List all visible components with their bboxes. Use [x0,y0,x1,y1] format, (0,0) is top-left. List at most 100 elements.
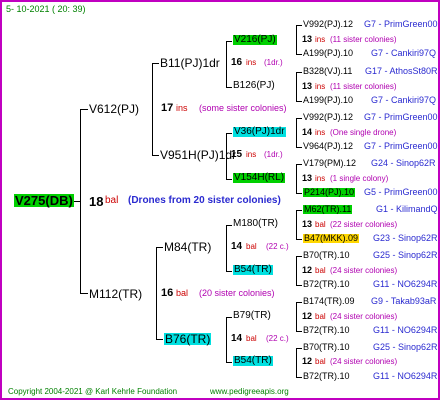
gen3-queen[interactable]: V36(PJ)1dr [233,127,286,137]
connector [296,348,302,349]
gen2-count: 15 [231,149,243,160]
gen4-queen[interactable]: V992(PJ).12 [303,113,353,122]
connector [156,339,163,340]
gen3-note: (24 sister colonies) [330,266,398,275]
gen4-queen[interactable]: V179(PM).12 [303,159,356,168]
gen4-lineage: G23 - Sinop62R [373,233,438,243]
gen3-count: 13 [302,34,313,44]
pedigree-frame: 5- 10-2021 ( 20: 39) V275(DB) 18 bal (Dr… [0,0,440,400]
connector [156,247,163,248]
connector [296,377,302,378]
gen3-queen[interactable]: V154H(RL) [233,173,286,183]
connector [296,256,297,286]
gen1-queen[interactable]: V612(PJ) [89,103,139,115]
gen3-race: ins [315,82,326,91]
gen2-queen[interactable]: M84(TR) [164,241,211,253]
connector [226,317,232,318]
connector [296,54,302,55]
gen3-note: (11 sister colonies) [330,35,397,44]
gen3-note: (One single drone) [330,128,397,137]
gen2-queen[interactable]: B76(TR) [164,333,212,345]
gen4-queen[interactable]: B47(MKK).09 [303,234,360,243]
gen4-lineage: G9 - Takab93aR [371,296,437,306]
gen4-queen[interactable]: P214(PJ).10 [303,188,356,197]
gen4-queen[interactable]: V964(PJ).12 [303,142,353,151]
gen3-race: bal [315,266,326,275]
root-queen[interactable]: V275(DB) [14,194,74,207]
gen3-queen[interactable]: M180(TR) [233,219,278,229]
gen2-note: (1dr.) [264,150,283,159]
gen4-lineage: G25 - Sinop62R [373,250,438,260]
connector [226,133,232,134]
connector [80,109,88,110]
connector [296,348,297,378]
connector [80,293,88,294]
gen4-queen[interactable]: A199(PJ).10 [303,96,353,105]
gen1-race: bal [176,288,189,298]
connector [296,302,302,303]
gen4-lineage: G24 - Sinop62R [371,158,436,168]
gen3-race: ins [315,35,326,44]
gen3-note: (1 single colony) [330,174,389,183]
connector [296,210,302,211]
gen2-note: (22 c.) [266,242,289,251]
gen3-queen[interactable]: V216(PJ) [233,35,277,45]
gen4-queen[interactable]: M62(TR).11 [303,205,353,214]
gen3-count: 14 [302,127,313,137]
gen3-count: 12 [302,265,313,275]
gen3-note: (24 sister colonies) [330,312,398,321]
gen3-race: bal [315,357,326,366]
gen4-lineage: G5 - PrimGreen00 [364,187,438,197]
gen4-lineage: G7 - Cankiri97Q [371,95,437,105]
connector [296,210,297,240]
gen4-lineage: G7 - Cankiri97Q [371,48,437,58]
gen1-note: (20 sister colonies) [199,288,275,298]
gen3-queen[interactable]: B54(TR) [233,356,273,366]
gen2-queen[interactable]: B11(PJ)1dr [160,57,220,69]
gen4-lineage: G7 - PrimGreen00 [364,141,438,151]
root-note: (Drones from 20 sister colonies) [128,195,281,206]
gen3-count: 13 [302,81,313,91]
gen1-note: (some sister colonies) [199,103,287,113]
gen4-queen[interactable]: V992(PJ).12 [303,20,353,29]
gen4-lineage: G25 - Sinop62R [373,342,438,352]
gen4-queen[interactable]: B70(TR).10 [303,251,350,260]
root-race: bal [105,195,119,206]
gen3-race: ins [315,128,326,137]
connector [296,302,297,332]
connector [152,63,159,64]
gen2-queen[interactable]: V951H(PJ)1dr [160,149,236,161]
gen4-queen[interactable]: B174(TR).09 [303,297,355,306]
gen2-count: 14 [231,333,243,344]
gen4-queen[interactable]: B72(TR).10 [303,372,350,381]
gen4-lineage: G11 - NO6294R [373,371,438,381]
gen4-queen[interactable]: B72(TR).10 [303,280,350,289]
gen3-queen[interactable]: B79(TR) [233,311,271,321]
website-link[interactable]: www.pedigreeapis.org [210,388,289,396]
gen4-lineage: G11 - NO6294R [373,279,438,289]
connector [226,317,227,363]
gen2-note: (22 c.) [266,334,289,343]
gen4-queen[interactable]: B72(TR).10 [303,326,350,335]
gen2-race: ins [246,150,257,159]
gen3-note: (22 sister colonies) [330,220,398,229]
connector [296,239,302,240]
gen3-note: (11 sister colonies) [330,82,397,91]
gen1-race: ins [176,103,188,113]
gen4-queen[interactable]: B328(VJ).11 [303,67,352,76]
gen2-count: 14 [231,241,243,252]
connector [296,164,302,165]
gen1-queen[interactable]: M112(TR) [89,288,142,300]
gen1-count: 17 [161,102,174,114]
gen3-note: (24 sister colonies) [330,357,398,366]
gen4-queen[interactable]: A199(PJ).10 [303,49,353,58]
gen2-count: 16 [231,57,243,68]
gen3-queen[interactable]: B54(TR) [233,265,273,275]
gen4-queen[interactable]: B70(TR).10 [303,343,350,352]
connector [296,72,302,73]
gen3-count: 13 [302,219,313,229]
connector [74,201,81,202]
gen3-race: ins [315,174,326,183]
gen3-queen[interactable]: B126(PJ) [233,81,275,91]
connector [296,164,297,194]
